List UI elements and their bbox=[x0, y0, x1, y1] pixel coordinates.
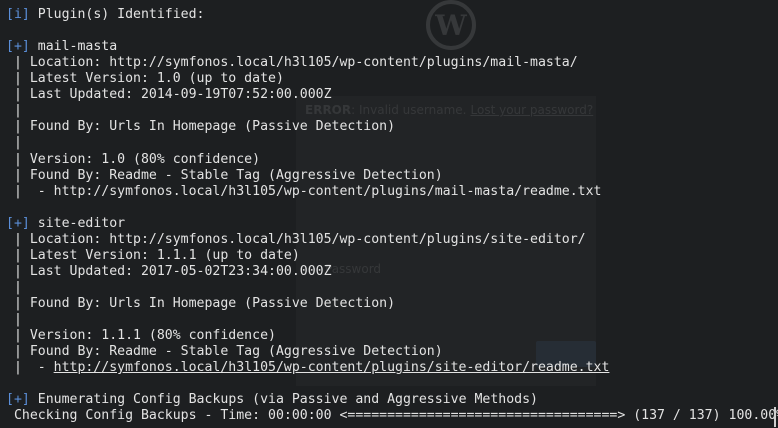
terminal-line-text: | Last Updated: 2014-09-19T07:52:00.000Z bbox=[6, 87, 332, 103]
terminal-line: | Latest Version: 1.1.1 (up to date) bbox=[6, 248, 300, 264]
terminal-line-text: | bbox=[6, 103, 22, 119]
plus-tag: [+] bbox=[6, 392, 30, 408]
terminal-line: | Last Updated: 2017-05-02T23:34:00.000Z bbox=[6, 264, 332, 280]
terminal-line-text: | bbox=[6, 279, 22, 295]
terminal-line: | Found By: Readme - Stable Tag (Aggress… bbox=[6, 168, 443, 184]
terminal-line-text: Plugin(s) Identified: bbox=[29, 7, 205, 22]
plus-tag: [+] bbox=[6, 215, 30, 231]
terminal-line: | Last Updated: 2014-09-19T07:52:00.000Z bbox=[6, 87, 332, 103]
terminal-line-text: Enumerating Config Backups (via Passive … bbox=[29, 392, 538, 408]
terminal-line: | bbox=[6, 103, 22, 119]
plus-tag: [+] bbox=[6, 39, 30, 55]
terminal-line: | Location: http://symfonos.local/h3l105… bbox=[6, 55, 578, 71]
terminal-line: | Found By: Urls In Homepage (Passive De… bbox=[6, 296, 395, 312]
terminal-line: | bbox=[6, 280, 22, 296]
terminal-line: | bbox=[6, 312, 22, 328]
terminal-line-text: | bbox=[6, 135, 22, 151]
terminal-line: [+] mail-masta bbox=[6, 39, 117, 55]
terminal-line-text: Checking Config Backups - Time: 00:00:00… bbox=[6, 408, 778, 424]
terminal-line-text: | Location: http://symfonos.local/h3l105… bbox=[6, 231, 586, 247]
terminal-line-text: | Found By: Readme - Stable Tag (Aggress… bbox=[6, 167, 443, 183]
terminal-line: [i] Plugin(s) Identified: bbox=[6, 7, 205, 23]
terminal-line: | Found By: Urls In Homepage (Passive De… bbox=[6, 119, 395, 135]
terminal-line-text: | bbox=[6, 311, 22, 327]
terminal-line: | Version: 1.1.1 (80% confidence) bbox=[6, 328, 276, 344]
terminal-line-text: | Found By: Urls In Homepage (Passive De… bbox=[6, 295, 396, 311]
terminal-line: | - http://symfonos.local/h3l105/wp-cont… bbox=[6, 360, 609, 376]
terminal-line: [+] Enumerating Config Backups (via Pass… bbox=[6, 392, 538, 408]
terminal-line-text: | - http://symfonos.local/h3l105/wp-cont… bbox=[6, 183, 602, 199]
terminal-line: | Found By: Readme - Stable Tag (Aggress… bbox=[6, 344, 443, 360]
terminal-line: | bbox=[6, 135, 22, 151]
terminal-line-text: | Found By: Readme - Stable Tag (Aggress… bbox=[6, 344, 443, 360]
terminal-line-text: | Version: 1.1.1 (80% confidence) bbox=[6, 328, 276, 343]
terminal-line-text: | Found By: Urls In Homepage (Passive De… bbox=[6, 119, 396, 135]
scrollbar-handle[interactable] bbox=[774, 407, 776, 427]
info-tag: [i] bbox=[6, 7, 30, 22]
terminal-line: | - http://symfonos.local/h3l105/wp-cont… bbox=[6, 183, 602, 200]
readme-link[interactable]: http://symfonos.local/h3l105/wp-content/… bbox=[54, 360, 610, 375]
terminal-line: | Latest Version: 1.0 (up to date) bbox=[6, 71, 284, 87]
terminal-line-text: | Last Updated: 2017-05-02T23:34:00.000Z bbox=[6, 263, 332, 279]
terminal-line-text: site-editor bbox=[29, 215, 126, 231]
terminal-line-text: | Latest Version: 1.1.1 (up to date) bbox=[6, 247, 300, 263]
terminal-line: | Version: 1.0 (80% confidence) bbox=[6, 152, 260, 168]
terminal-line-text: | Latest Version: 1.0 (up to date) bbox=[6, 71, 284, 87]
terminal-line-text: | Version: 1.0 (80% confidence) bbox=[6, 151, 261, 167]
terminal-line-text: | - bbox=[6, 360, 54, 376]
terminal-line-text: | Location: http://symfonos.local/h3l105… bbox=[6, 55, 578, 71]
terminal-output: [i] Plugin(s) Identified: [+] mail-masta … bbox=[0, 0, 778, 428]
terminal-line-text: mail-masta bbox=[29, 39, 118, 55]
terminal-line: Checking Config Backups - Time: 00:00:00… bbox=[6, 408, 778, 424]
terminal-line: [+] site-editor bbox=[6, 216, 125, 232]
terminal-line: | Location: http://symfonos.local/h3l105… bbox=[6, 232, 586, 248]
